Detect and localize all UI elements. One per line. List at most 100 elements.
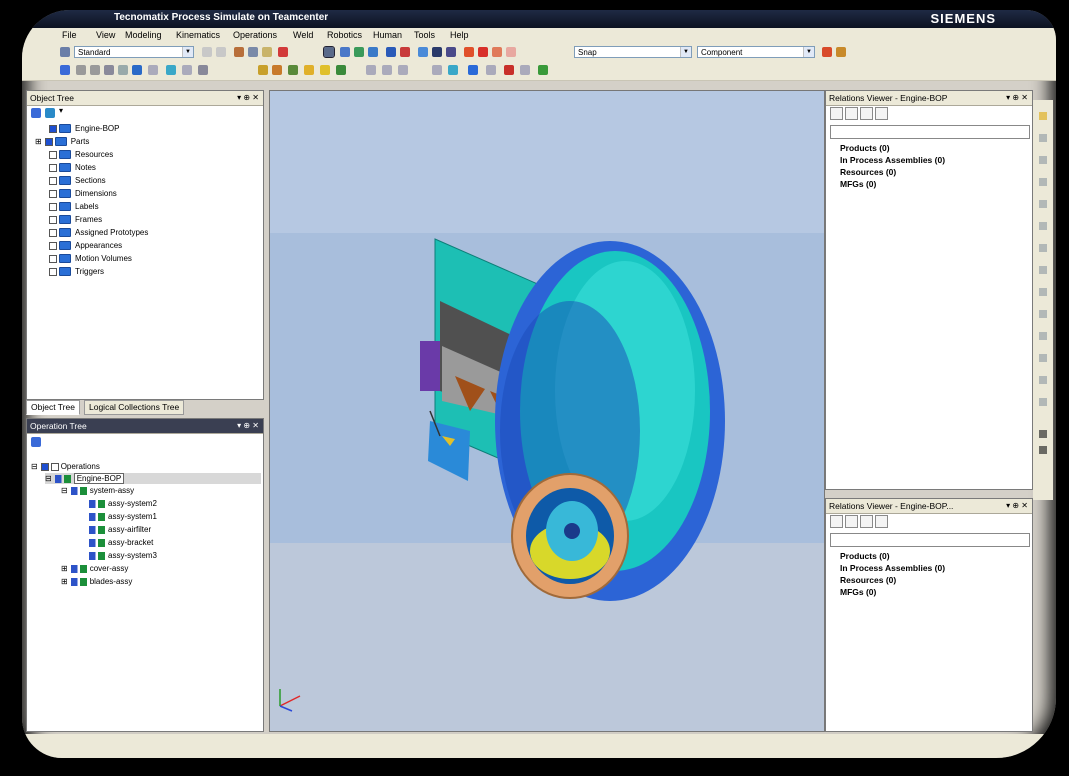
- visibility-checkbox[interactable]: [49, 254, 57, 263]
- tree-item[interactable]: Dimensions: [49, 188, 117, 199]
- menu-kinematics[interactable]: Kinematics: [176, 30, 220, 40]
- tool-icon[interactable]: [1039, 156, 1047, 164]
- gun-icon[interactable]: [366, 65, 376, 75]
- expand-icon[interactable]: ⊞: [61, 564, 68, 573]
- render-edge-icon[interactable]: [506, 47, 516, 57]
- visibility-checkbox[interactable]: [44, 137, 53, 146]
- tree-filter-icon[interactable]: [31, 108, 41, 118]
- tool-icon[interactable]: [1039, 430, 1047, 438]
- paste-icon[interactable]: [262, 47, 272, 57]
- zoom-fit-icon[interactable]: [400, 47, 410, 57]
- visibility-checkbox[interactable]: [49, 150, 57, 159]
- relations-row[interactable]: Products (0): [840, 143, 890, 153]
- tree-item[interactable]: Engine-BOP: [49, 123, 119, 134]
- tools-dropdown-icon[interactable]: [538, 65, 548, 75]
- reach-icon[interactable]: [382, 65, 392, 75]
- tree-item-assy[interactable]: assy-system2: [89, 498, 157, 509]
- pick-intent-icon[interactable]: [822, 47, 832, 57]
- tree-item[interactable]: Appearances: [49, 240, 122, 251]
- visibility-checkbox[interactable]: [49, 176, 57, 185]
- pick-filter-icon[interactable]: [836, 47, 846, 57]
- tree-item-blades-assy[interactable]: ⊞ blades-assy: [61, 576, 132, 587]
- tree-item[interactable]: ⊞ Parts: [35, 136, 89, 147]
- mark-icon[interactable]: [148, 65, 158, 75]
- relations-row[interactable]: Products (0): [840, 551, 890, 561]
- tool-icon[interactable]: [1039, 288, 1047, 296]
- menu-modeling[interactable]: Modeling: [125, 30, 162, 40]
- kinematics-icon[interactable]: [272, 65, 282, 75]
- tool-icon[interactable]: [1039, 222, 1047, 230]
- bulb-icon[interactable]: [845, 515, 858, 528]
- menu-operations[interactable]: Operations: [233, 30, 277, 40]
- visibility-checkbox[interactable]: [49, 228, 57, 237]
- jog-icon[interactable]: [486, 65, 496, 75]
- bulb-icon[interactable]: [845, 107, 858, 120]
- tree-item[interactable]: Notes: [49, 162, 96, 173]
- tool-icon[interactable]: [1039, 134, 1047, 142]
- panel-controls[interactable]: ▾ ⊕ ✕: [1006, 499, 1028, 513]
- visibility-checkbox[interactable]: [49, 267, 57, 276]
- tool-icon[interactable]: [1039, 178, 1047, 186]
- menu-help[interactable]: Help: [450, 30, 469, 40]
- expand-icon[interactable]: ⊞: [35, 137, 42, 146]
- visibility-checkbox[interactable]: [49, 163, 57, 172]
- render-shaded-icon[interactable]: [478, 47, 488, 57]
- tree-item[interactable]: Frames: [49, 214, 102, 225]
- tool-icon[interactable]: [1039, 398, 1047, 406]
- dimension-2-icon[interactable]: [520, 65, 530, 75]
- chevron-down-icon[interactable]: ▼: [803, 47, 814, 57]
- teach-icon[interactable]: [336, 65, 346, 75]
- frame-icon[interactable]: [198, 65, 208, 75]
- bulb-off-icon[interactable]: [860, 107, 873, 120]
- robot-icon[interactable]: [258, 65, 268, 75]
- cross-icon[interactable]: [468, 65, 478, 75]
- tree-item-assy[interactable]: assy-system3: [89, 550, 157, 561]
- menu-view[interactable]: View: [96, 30, 115, 40]
- graphic-viewer[interactable]: [269, 90, 825, 732]
- redo-icon[interactable]: [216, 47, 226, 57]
- collapse-icon[interactable]: ⊟: [45, 474, 52, 483]
- tab-object-tree[interactable]: Object Tree: [26, 400, 80, 415]
- copy-icon[interactable]: [248, 47, 258, 57]
- menu-weld[interactable]: Weld: [293, 30, 313, 40]
- snap-select[interactable]: Snap ▼: [574, 46, 692, 58]
- cut-icon[interactable]: [234, 47, 244, 57]
- relations-row[interactable]: Resources (0): [840, 575, 896, 585]
- relations-row[interactable]: MFGs (0): [840, 179, 876, 189]
- edit-icon[interactable]: [830, 107, 843, 120]
- dimension-icon[interactable]: [90, 65, 100, 75]
- tool-icon[interactable]: [1039, 332, 1047, 340]
- tree-item[interactable]: Motion Volumes: [49, 253, 132, 264]
- relations-row[interactable]: In Process Assemblies (0): [840, 563, 945, 573]
- tree-item-assy[interactable]: assy-airfilter: [89, 524, 151, 535]
- collapse-icon[interactable]: ⊟: [31, 462, 38, 471]
- tree-view-icon[interactable]: [45, 108, 55, 118]
- collision-icon[interactable]: [398, 65, 408, 75]
- menu-file[interactable]: File: [62, 30, 77, 40]
- relations-row[interactable]: MFGs (0): [840, 587, 876, 597]
- visibility-checkbox[interactable]: [49, 241, 57, 250]
- pan-icon[interactable]: [340, 47, 350, 57]
- menu-tools[interactable]: Tools: [414, 30, 435, 40]
- tree-item-engine-bop[interactable]: ⊟ Engine-BOP: [45, 473, 261, 484]
- tool-icon[interactable]: [1039, 354, 1047, 362]
- measure-icon[interactable]: [76, 65, 86, 75]
- render-solid-icon[interactable]: [464, 47, 474, 57]
- select-icon[interactable]: [323, 46, 335, 58]
- tool-icon[interactable]: [1039, 244, 1047, 252]
- rotate-icon[interactable]: [368, 47, 378, 57]
- tree-item[interactable]: Assigned Prototypes: [49, 227, 148, 238]
- menu-human[interactable]: Human: [373, 30, 402, 40]
- tree-item[interactable]: Labels: [49, 201, 99, 212]
- tab-logical-collections-tree[interactable]: Logical Collections Tree: [84, 400, 185, 415]
- view-icon[interactable]: [418, 47, 428, 57]
- tool-icon[interactable]: [1039, 446, 1047, 454]
- note-icon[interactable]: [118, 65, 128, 75]
- tree-item[interactable]: Resources: [49, 149, 113, 160]
- tool-icon[interactable]: [1039, 376, 1047, 384]
- tree-item[interactable]: Triggers: [49, 266, 104, 277]
- expand-icon[interactable]: ⊞: [61, 577, 68, 586]
- tree-item-cover-assy[interactable]: ⊞ cover-assy: [61, 563, 128, 574]
- layout-icon[interactable]: [60, 47, 70, 57]
- operation-tree-filter-icon[interactable]: [31, 437, 41, 447]
